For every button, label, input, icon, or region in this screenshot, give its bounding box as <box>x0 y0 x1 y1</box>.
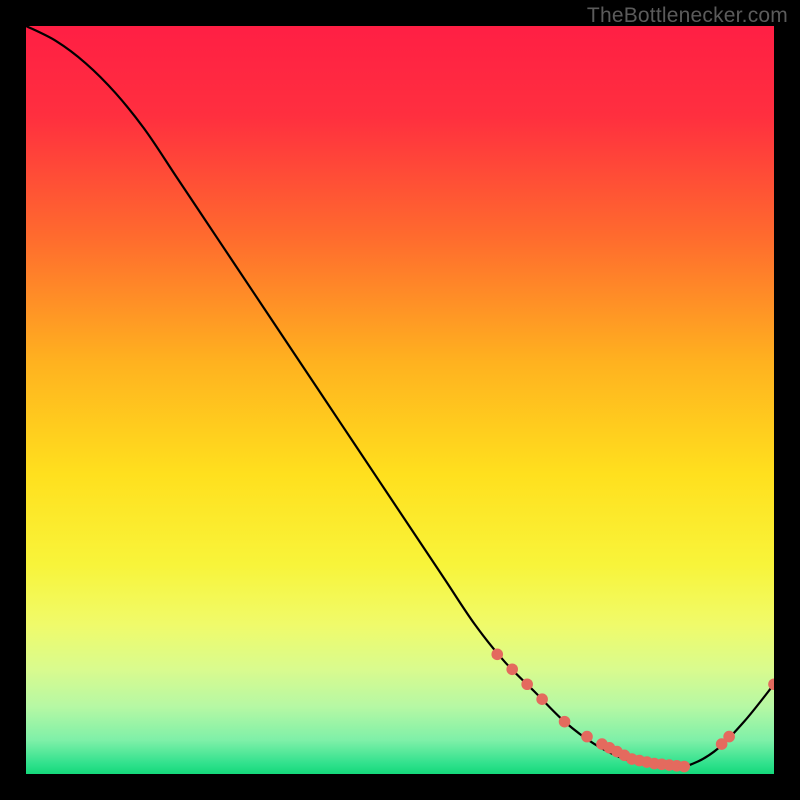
marker-dot <box>723 731 735 743</box>
chart-svg <box>26 26 774 774</box>
marker-dot <box>559 716 571 728</box>
marker-dot <box>678 761 690 773</box>
marker-dot <box>506 663 518 675</box>
marker-dot <box>521 678 533 690</box>
chart-stage: TheBottlenecker.com <box>0 0 800 800</box>
chart-plot <box>26 26 774 774</box>
marker-dot <box>536 693 548 705</box>
marker-dot <box>581 731 593 743</box>
gradient-background <box>26 26 774 774</box>
watermark-text: TheBottlenecker.com <box>587 4 788 28</box>
marker-dot <box>491 649 503 661</box>
